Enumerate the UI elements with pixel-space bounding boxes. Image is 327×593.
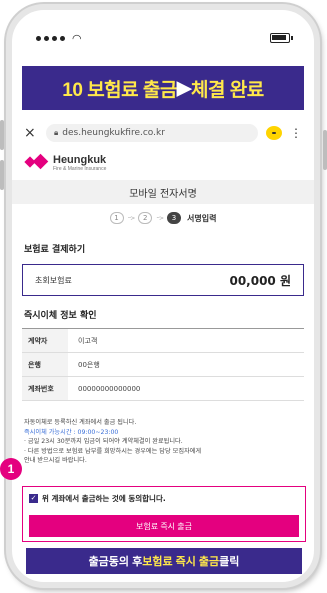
browser-url-bar: × 🔒︎ des.heungkukfire.co.kr ⋮	[12, 120, 314, 146]
step-3: 3	[167, 212, 182, 224]
brand-logo: Heungkuk Fire & Marine Insurance	[24, 152, 107, 174]
table-row: 은행 00은행	[22, 353, 304, 377]
step-indicator: 1 ···> 2 ···> 3 서명입력	[12, 208, 314, 228]
step-number-badge: 1	[0, 458, 22, 480]
table-row: 계좌번호 00000000000000	[22, 377, 304, 401]
battery-icon	[270, 33, 293, 43]
bottom-instruction-banner: 출금동의 후 보험료 즉시 출금 클릭	[26, 548, 302, 574]
row-key: 계좌번호	[22, 377, 68, 400]
lock-icon: 🔒︎	[54, 128, 59, 137]
step-arrow-icon: ···>	[156, 214, 164, 222]
url-text: des.heungkukfire.co.kr	[62, 128, 165, 138]
logo-mark-icon	[24, 153, 49, 170]
checkbox-checked-icon[interactable]: ✓	[29, 494, 38, 503]
row-value: 00은행	[78, 360, 100, 369]
account-info-table: 계약자 이고객 은행 00은행 계좌번호 00000000000000	[22, 328, 304, 401]
notice-line: · 다른 방법으로 보험료 납부를 희망하시는 경우에는 담당 모집자에게	[24, 447, 202, 455]
table-row: 계약자 이고객	[22, 329, 304, 353]
wifi-icon: ◠	[72, 31, 82, 45]
transfer-hours: 즉시이체 가능시간 : 09:00~23:00	[24, 428, 119, 436]
premium-box: 초회보험료 00,000 원	[22, 264, 304, 296]
immediate-withdraw-button[interactable]: 보험료 즉시 출금	[29, 515, 299, 537]
row-key: 은행	[22, 353, 68, 376]
top-banner: 10 보험료 출금 ▶ 체결 완료	[22, 66, 304, 110]
close-icon[interactable]: ×	[24, 125, 38, 141]
step-1: 1	[109, 212, 124, 224]
step-2: 2	[138, 212, 153, 224]
banner-part1: 10 보험료 출금	[62, 79, 177, 101]
volume-down-button	[0, 160, 4, 190]
signal-icon: ◠	[36, 32, 82, 45]
brand-name: Heungkuk	[53, 153, 107, 166]
notice-line: · 금일 23시 30분까지 입금이 되어야 계약체결이 완료됩니다.	[24, 438, 183, 445]
step-label: 서명입력	[187, 213, 217, 223]
row-key: 계약자	[22, 329, 68, 352]
premium-label: 초회보험료	[35, 275, 72, 285]
phone-frame: ◠ 10 보험료 출금 ▶ 체결 완료 × 🔒︎ des.heungkukfir…	[6, 4, 320, 588]
agreement-highlight-box: ✓ 위 계좌에서 출금하는 것에 동의합니다. 보험료 즉시 출금	[22, 486, 306, 542]
more-icon[interactable]: ⋮	[290, 126, 302, 140]
instruction-highlight: 보험료 즉시 출금	[142, 556, 220, 568]
banner-part2: 체결 완료	[191, 79, 264, 101]
account-section-title: 즉시이체 정보 확인	[24, 311, 97, 321]
instruction-part1: 출금동의 후	[88, 556, 143, 568]
agree-checkbox-row[interactable]: ✓ 위 계좌에서 출금하는 것에 동의합니다.	[29, 493, 166, 504]
notice-line: 자동이체로 등록하신 계좌에서 출금 됩니다.	[24, 419, 137, 426]
status-bar: ◠	[12, 28, 314, 48]
banner-arrow-icon: ▶	[176, 77, 192, 99]
chat-icon[interactable]	[266, 126, 282, 140]
notice-line: 안내 받으시길 바랍니다.	[24, 457, 87, 464]
notice-text: 자동이체로 등록하신 계좌에서 출금 됩니다. 즉시이체 가능시간 : 09:0…	[24, 418, 306, 466]
page-title: 모바일 전자서명	[12, 180, 314, 204]
payment-section-title: 보험료 결제하기	[24, 245, 86, 255]
volume-up-button	[0, 120, 4, 150]
row-value: 00000000000000	[78, 384, 141, 393]
agree-label: 위 계좌에서 출금하는 것에 동의합니다.	[42, 494, 166, 503]
brand-subtitle: Fire & Marine Insurance	[53, 165, 107, 172]
url-field[interactable]: 🔒︎ des.heungkukfire.co.kr	[46, 124, 258, 142]
instruction-part3: 클릭	[219, 556, 240, 568]
premium-amount: 00,000 원	[229, 273, 291, 288]
step-arrow-icon: ···>	[127, 214, 136, 222]
row-value: 이고객	[78, 336, 98, 345]
power-button	[323, 130, 327, 170]
